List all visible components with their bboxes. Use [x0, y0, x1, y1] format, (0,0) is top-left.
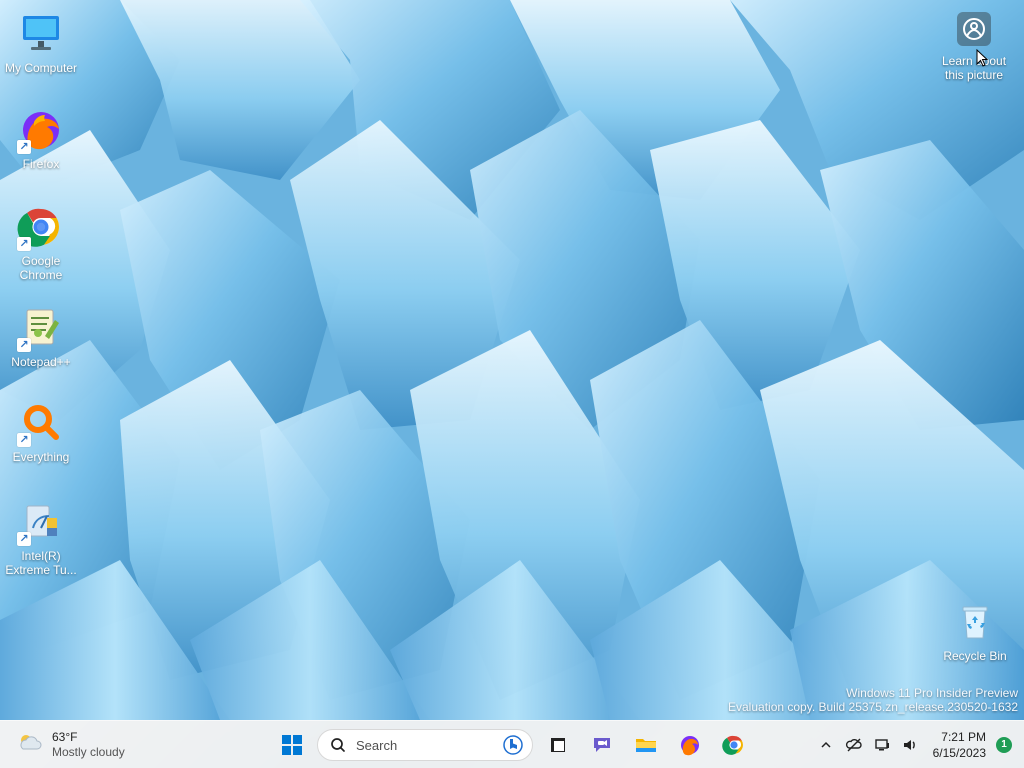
camera-info-icon: [957, 12, 991, 46]
clock-date: 6/15/2023: [932, 746, 986, 760]
desktop-icon-my-computer[interactable]: My Computer: [0, 10, 82, 75]
search-icon: [331, 738, 345, 752]
task-view-icon: [551, 738, 565, 752]
watermark-line-2: Evaluation copy. Build 25375.zn_release.…: [728, 700, 1018, 714]
weather-condition: Mostly cloudy: [52, 745, 125, 759]
shortcut-arrow-icon: ↗: [17, 237, 31, 251]
taskbar: 63°F Mostly cloudy Search 7:21 PM 6/15/2…: [0, 720, 1024, 768]
folder-icon: [636, 739, 656, 752]
desktop-wallpaper: [0, 0, 1024, 720]
cloudy-weather-icon: [16, 731, 44, 760]
watermark-line-1: Windows 11 Pro Insider Preview: [846, 686, 1018, 700]
desktop-icon-recycle-bin[interactable]: Recycle Bin: [934, 598, 1016, 663]
desktop-icon-label: Notepad++: [11, 355, 71, 369]
file-explorer-button[interactable]: [627, 726, 665, 764]
taskbar-clock[interactable]: 7:21 PM 6/15/2023: [933, 729, 986, 761]
system-tray: 7:21 PM 6/15/2023 1: [817, 721, 1012, 768]
firefox-icon: [681, 736, 699, 756]
weather-text: 63°F Mostly cloudy: [52, 730, 125, 760]
bing-chat-icon: [503, 735, 523, 755]
learn-about-picture[interactable]: Learn about this picture: [934, 12, 1014, 82]
chat-icon: [594, 738, 610, 752]
desktop-icon-label: Recycle Bin: [943, 649, 1007, 663]
desktop-icon-label: Google Chrome: [19, 254, 63, 282]
chat-button[interactable]: [583, 726, 621, 764]
windows-start-icon: [282, 735, 302, 755]
computer-icon: [17, 10, 65, 58]
intel-gauge-icon: ↗: [17, 498, 65, 546]
learn-about-picture-label: Learn about this picture: [941, 54, 1007, 82]
desktop-icon-label: Everything: [12, 450, 70, 464]
everything-search-icon: ↗: [17, 399, 65, 447]
taskbar-center-apps: Search: [273, 725, 753, 765]
desktop-icon-label: Firefox: [22, 157, 60, 171]
onedrive-offline-icon[interactable]: [845, 736, 863, 754]
search-label: Search: [356, 737, 398, 753]
shortcut-arrow-icon: ↗: [17, 433, 31, 447]
weather-temperature: 63°F: [52, 730, 78, 744]
notification-count-badge[interactable]: 1: [996, 737, 1012, 753]
chrome-icon: [722, 735, 743, 755]
clock-time: 7:21 PM: [941, 730, 986, 744]
shortcut-arrow-icon: ↗: [17, 532, 31, 546]
chrome-taskbar-button[interactable]: [715, 726, 753, 764]
start-button[interactable]: [273, 726, 311, 764]
desktop-icon-google-chrome[interactable]: ↗ Google Chrome: [0, 203, 82, 282]
notepad-plus-plus-icon: ↗: [17, 304, 65, 352]
desktop-icon-label: My Computer: [4, 61, 78, 75]
windows-build-watermark: Windows 11 Pro Insider Preview Evaluatio…: [728, 686, 1018, 714]
desktop-icon-label: Intel(R) Extreme Tu...: [5, 549, 77, 577]
desktop-icon-everything[interactable]: ↗ Everything: [0, 399, 82, 464]
weather-widget[interactable]: 63°F Mostly cloudy: [16, 730, 125, 760]
shortcut-arrow-icon: ↗: [17, 140, 31, 154]
taskbar-search-box[interactable]: Search: [317, 729, 533, 761]
desktop-icon-notepad-plus-plus[interactable]: ↗ Notepad++: [0, 304, 82, 369]
desktop-icon-intel-extreme-tuning[interactable]: ↗ Intel(R) Extreme Tu...: [0, 498, 82, 577]
firefox-taskbar-button[interactable]: [671, 726, 709, 764]
shortcut-arrow-icon: ↗: [17, 338, 31, 352]
desktop-icon-firefox[interactable]: ↗ Firefox: [0, 106, 82, 171]
mouse-cursor-icon: [976, 48, 989, 67]
hidden-icons-chevron-up-icon[interactable]: [817, 736, 835, 754]
firefox-icon: ↗: [17, 106, 65, 154]
volume-icon[interactable]: [901, 736, 919, 754]
glacier-wallpaper: [0, 0, 1024, 720]
network-icon[interactable]: [873, 736, 891, 754]
chrome-icon: ↗: [17, 203, 65, 251]
recycle-bin-icon: [951, 598, 999, 646]
task-view-button[interactable]: [539, 726, 577, 764]
